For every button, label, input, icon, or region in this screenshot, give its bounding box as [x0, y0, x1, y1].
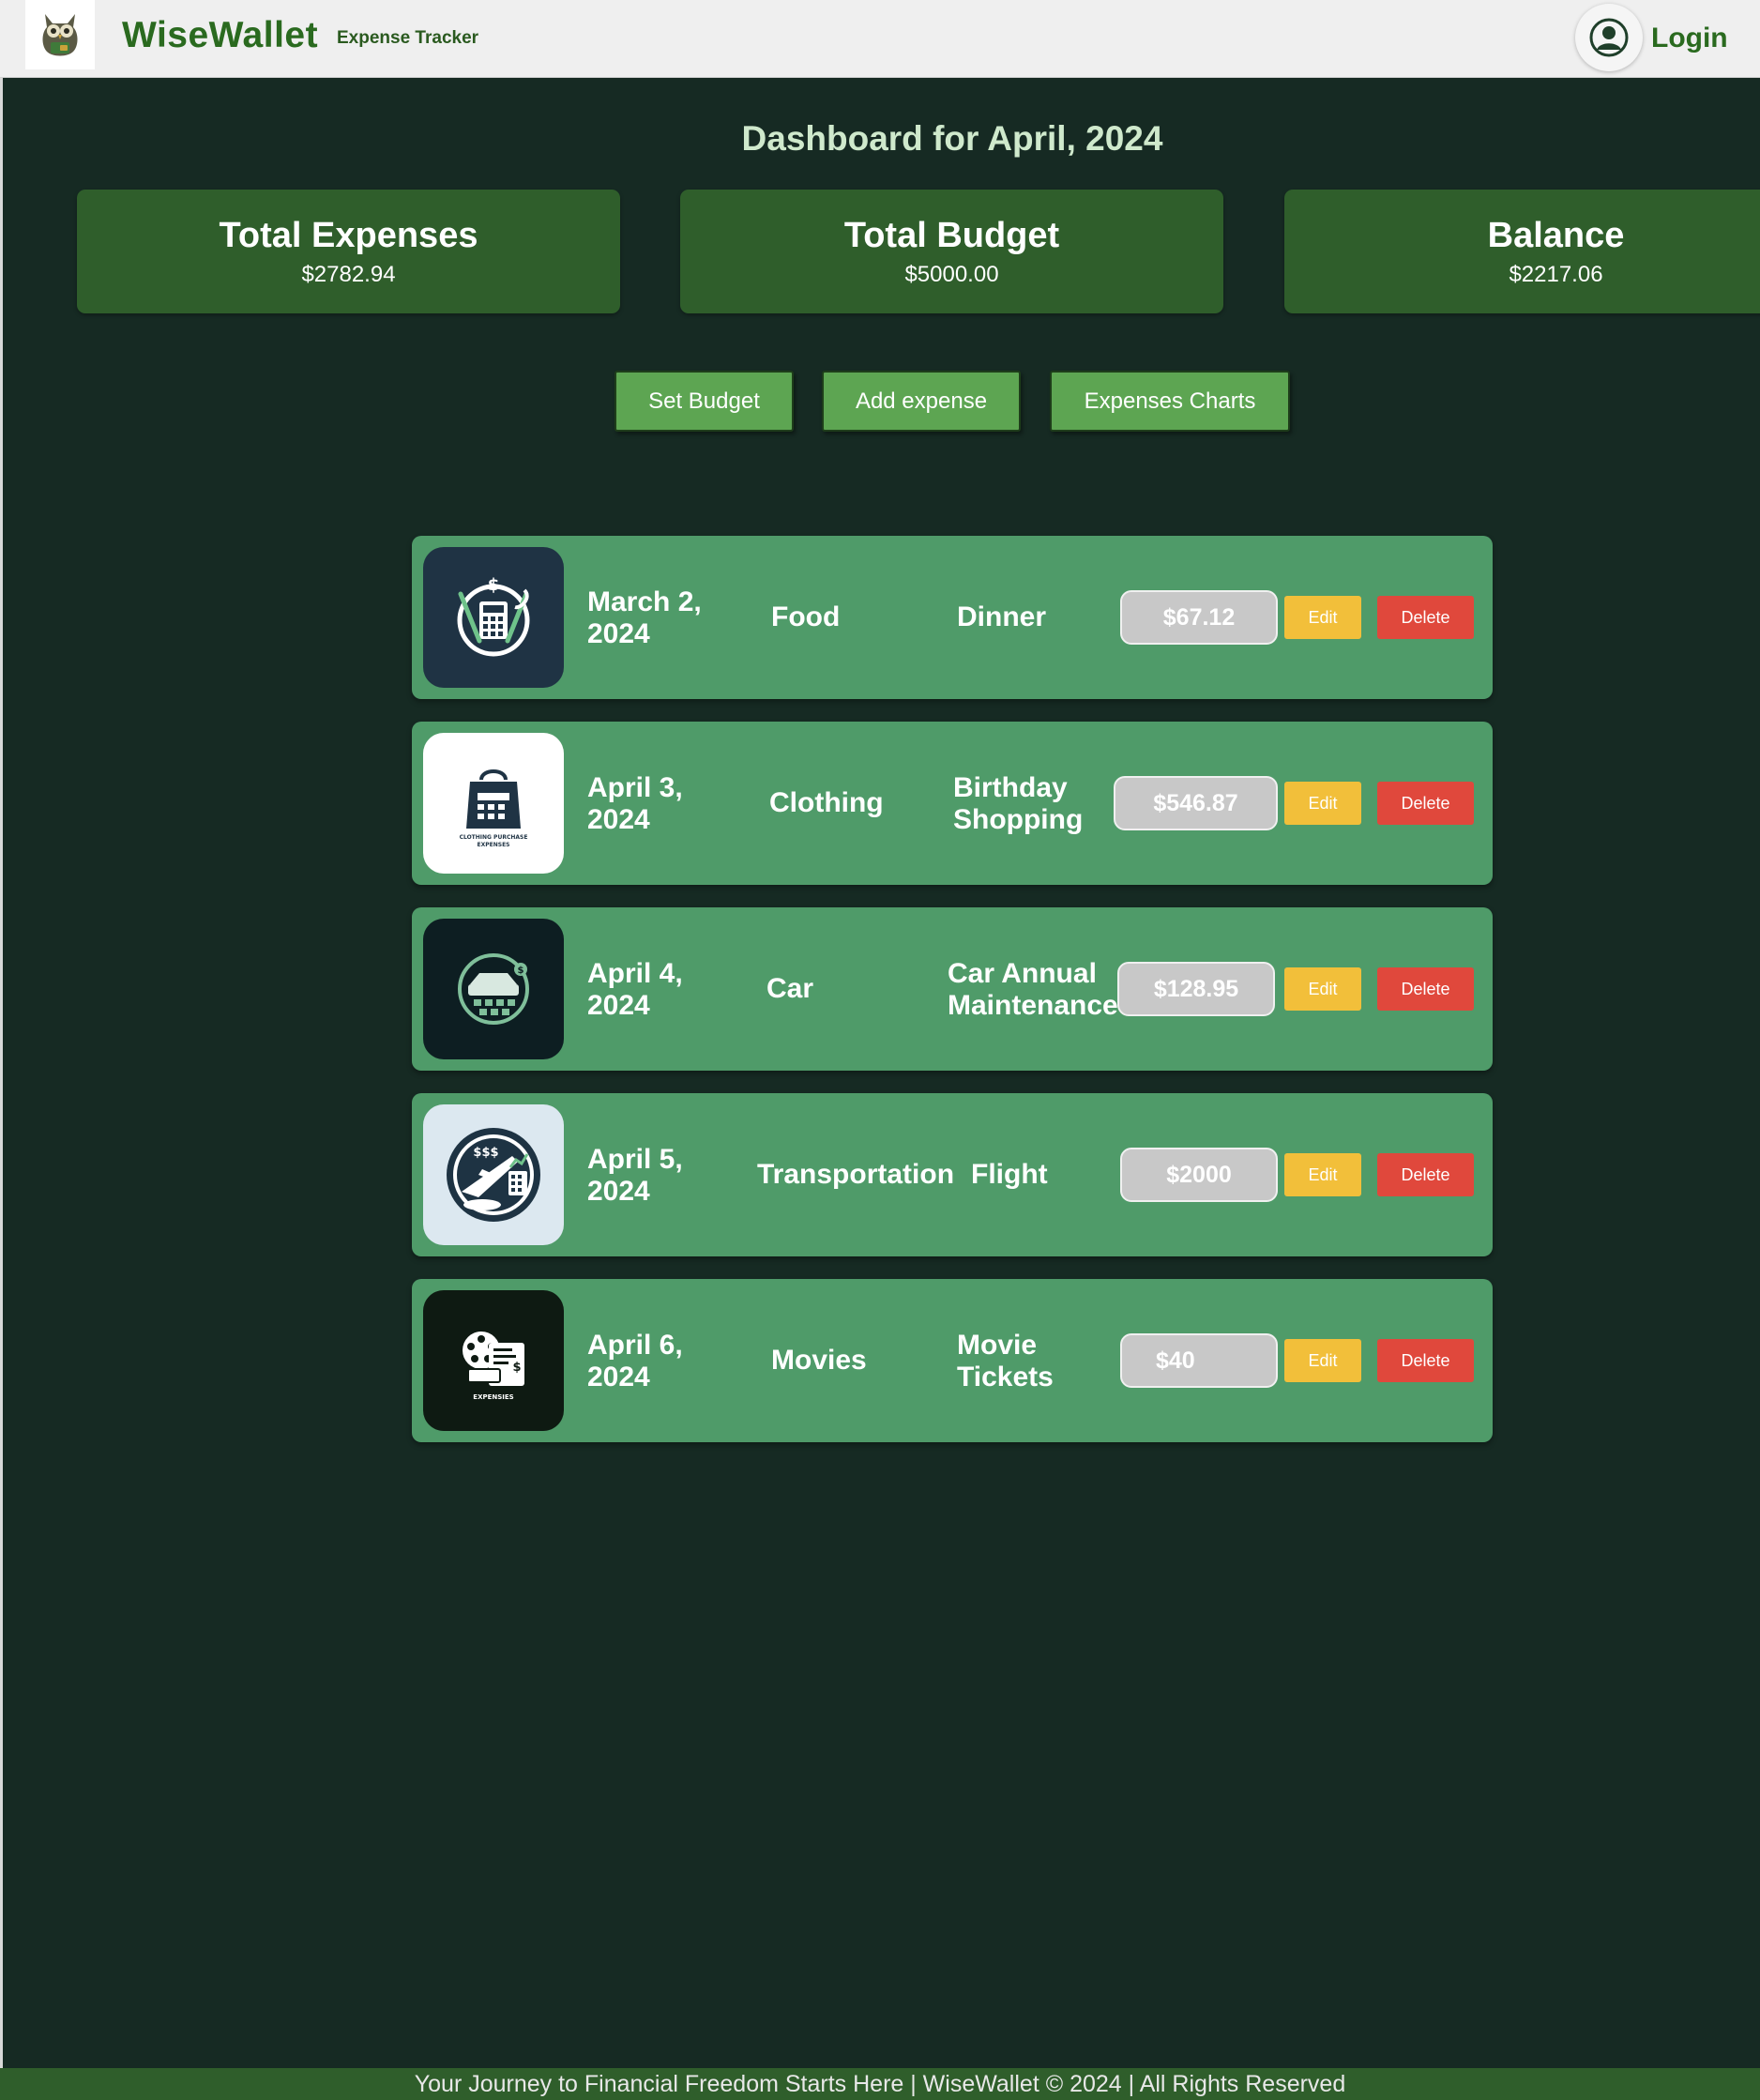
expense-row: CLOTHING PURCHASE EXPENSES April 3, 2024… — [412, 722, 1493, 885]
expense-description: Birthday — [953, 772, 1068, 803]
expense-category: Car — [766, 973, 814, 1004]
svg-text:$: $ — [512, 1361, 521, 1375]
top-navbar: WiseWallet Expense Tracker Login — [0, 0, 1760, 78]
expense-date: April 6, — [587, 1330, 683, 1361]
edit-button[interactable]: Edit — [1284, 967, 1361, 1011]
expense-description: Dinner — [957, 601, 1047, 632]
owl-wallet-icon[interactable] — [25, 0, 95, 69]
movie-expense-icon: $ EXPENSIES — [423, 1290, 564, 1431]
expense-date: April 5, — [587, 1144, 683, 1175]
svg-text:$: $ — [488, 575, 500, 595]
expense-amount: $67.12 — [1120, 590, 1278, 645]
flight-expense-icon: $$$ — [423, 1104, 564, 1245]
delete-button[interactable]: Delete — [1377, 967, 1474, 1011]
delete-button[interactable]: Delete — [1377, 596, 1474, 639]
set-budget-button[interactable]: Set Budget — [614, 371, 794, 432]
balance-label: Balance — [1487, 216, 1625, 255]
balance-value: $2217.06 — [1509, 262, 1603, 287]
expense-date-year: 2024 — [587, 1362, 650, 1392]
svg-text:$: $ — [518, 966, 524, 976]
expense-date-year: 2024 — [587, 1176, 650, 1207]
expense-description: Car Annual — [948, 958, 1097, 989]
expense-amount: $2000 — [1120, 1148, 1278, 1202]
delete-button[interactable]: Delete — [1377, 1339, 1474, 1382]
expense-date: March 2, — [587, 586, 702, 617]
expense-date-year: 2024 — [587, 618, 650, 649]
svg-text:EXPENSIES: EXPENSIES — [473, 1393, 513, 1401]
total-budget-value: $5000.00 — [904, 262, 999, 287]
car-expense-icon: $ — [423, 919, 564, 1059]
delete-button[interactable]: Delete — [1377, 782, 1474, 825]
expense-description-line2: Tickets — [957, 1362, 1054, 1392]
edit-button[interactable]: Edit — [1284, 596, 1361, 639]
expense-description: Movie — [957, 1330, 1038, 1361]
expense-category: Movies — [771, 1345, 867, 1376]
footer: Your Journey to Financial Freedom Starts… — [0, 2068, 1760, 2100]
expense-category: Transportation — [757, 1159, 955, 1190]
delete-button[interactable]: Delete — [1377, 1153, 1474, 1196]
expense-row: $ March 2, 2024 Food Dinner $67.12 Edit … — [412, 536, 1493, 699]
expense-amount: $128.95 — [1117, 962, 1275, 1016]
total-expenses-value: $2782.94 — [301, 262, 396, 287]
user-avatar-icon[interactable] — [1575, 4, 1643, 71]
expense-description-line2: Shopping — [953, 804, 1084, 835]
expense-description: Flight — [971, 1159, 1048, 1190]
expense-amount: $546.87 — [1114, 776, 1278, 830]
balance-card: Balance $2217.06 — [1284, 190, 1760, 313]
clothing-expense-icon: CLOTHING PURCHASE EXPENSES — [423, 733, 564, 874]
expense-description-line2: Maintenance — [948, 990, 1118, 1021]
expense-row: $$$ April 5, 2024 Transportation Flight … — [412, 1093, 1493, 1256]
expenses-charts-button[interactable]: Expenses Charts — [1050, 371, 1290, 432]
edit-button[interactable]: Edit — [1284, 1339, 1361, 1382]
svg-text:$$$: $$$ — [473, 1146, 498, 1160]
expense-row: $ EXPENSIES April 6, 2024 Movies Movie T… — [412, 1279, 1493, 1442]
edit-button[interactable]: Edit — [1284, 1153, 1361, 1196]
total-expenses-card: Total Expenses $2782.94 — [77, 190, 620, 313]
expense-date: April 3, — [587, 772, 683, 803]
expense-category: Clothing — [769, 787, 884, 818]
expense-date: April 4, — [587, 958, 683, 989]
total-expenses-label: Total Expenses — [219, 216, 478, 255]
login-button[interactable]: Login — [1651, 23, 1728, 54]
window-edge — [0, 0, 3, 2100]
expense-date-year: 2024 — [587, 804, 650, 835]
total-budget-label: Total Budget — [843, 216, 1060, 255]
edit-button[interactable]: Edit — [1284, 782, 1361, 825]
add-expense-button[interactable]: Add expense — [822, 371, 1021, 432]
expense-date-year: 2024 — [587, 990, 650, 1021]
svg-text:CLOTHING PURCHASE: CLOTHING PURCHASE — [460, 834, 528, 841]
total-budget-card: Total Budget $5000.00 — [680, 190, 1223, 313]
food-expense-icon: $ — [423, 547, 564, 688]
brand-name[interactable]: WiseWallet — [122, 15, 318, 56]
expense-row: $ April 4, 2024 Car Car Annual Maintenan… — [412, 907, 1493, 1071]
expense-category: Food — [771, 601, 841, 632]
brand-tagline: Expense Tracker — [337, 28, 479, 48]
expense-amount: $40 — [1120, 1333, 1278, 1388]
page-title: Dashboard for April, 2024 — [741, 119, 1163, 158]
svg-text:EXPENSES: EXPENSES — [478, 842, 510, 848]
